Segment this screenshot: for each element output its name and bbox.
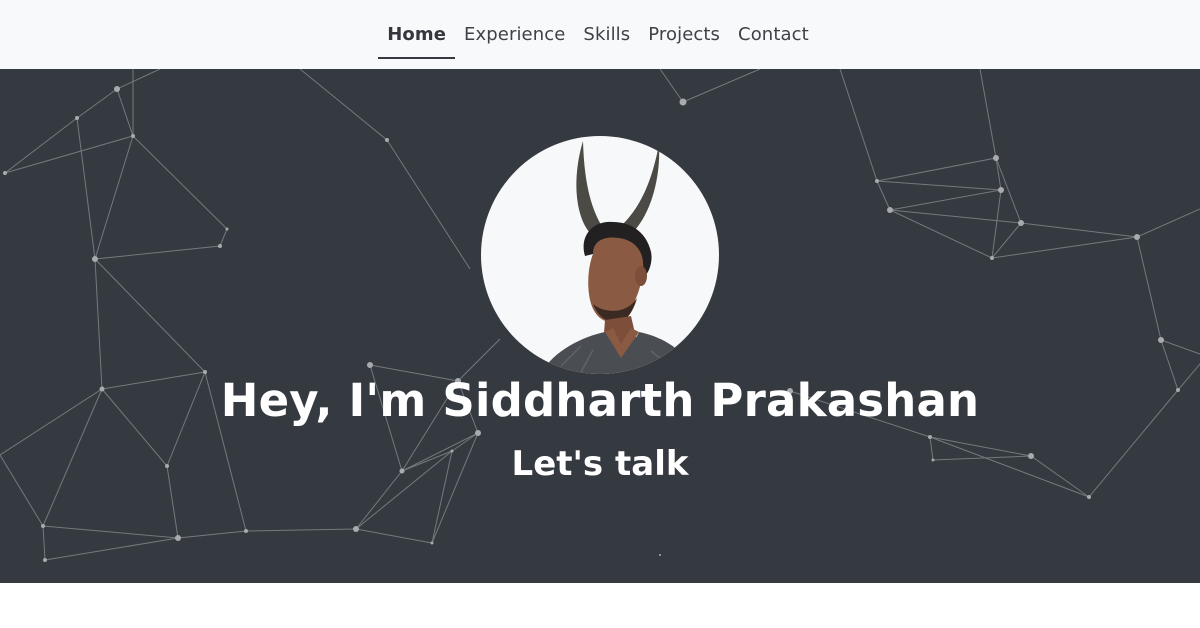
profile-photo-icon [541,141,695,374]
top-navbar: Home Experience Skills Projects Contact [0,0,1200,69]
page-body-start [0,583,1200,628]
nav-list: Home Experience Skills Projects Contact [378,0,818,69]
nav-item-home[interactable]: Home [378,0,455,69]
hero-title: Hey, I'm Siddharth Prakashan [220,374,980,427]
profile-avatar [481,136,719,374]
hero-subtitle: Let's talk [511,444,689,484]
nav-item-experience[interactable]: Experience [455,0,574,69]
hero-section: Hey, I'm Siddharth Prakashan Let's talk [0,69,1200,583]
nav-item-projects[interactable]: Projects [639,0,729,69]
nav-item-contact[interactable]: Contact [729,0,818,69]
nav-item-skills[interactable]: Skills [574,0,639,69]
